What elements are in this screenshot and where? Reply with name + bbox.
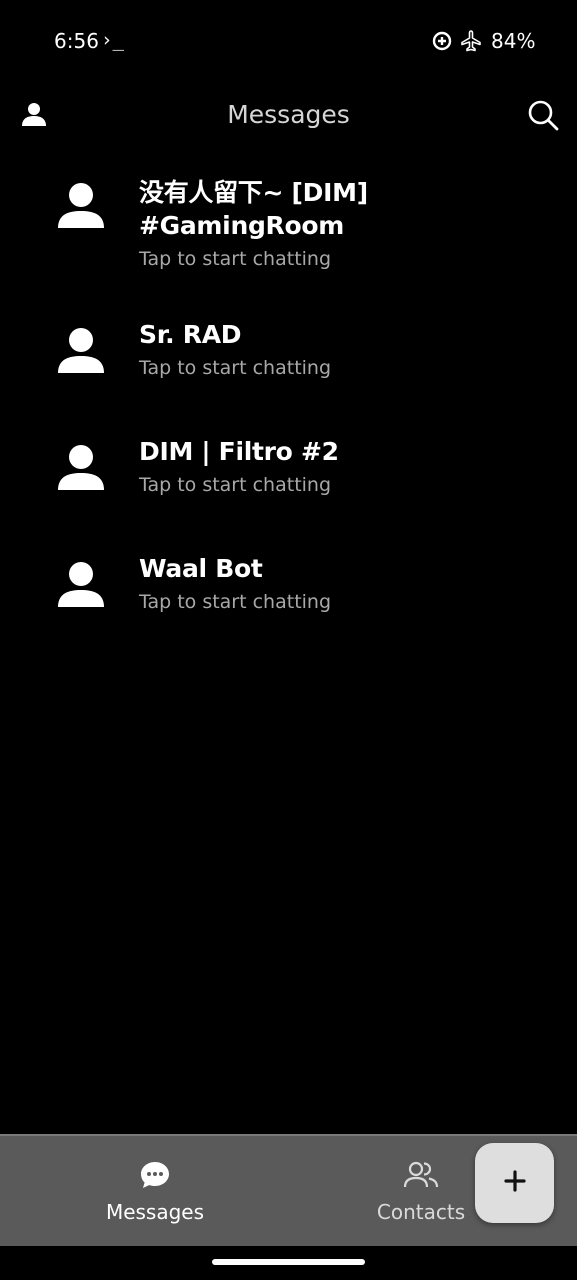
search-icon (527, 99, 559, 135)
status-time: 6:56 (54, 29, 99, 53)
conversation-text: Sr. RAD Tap to start chatting (139, 318, 539, 382)
conversation-text: 没有人留下~ [DIM] #GamingRoom Tap to start ch… (139, 176, 539, 273)
airplane-icon (461, 30, 481, 56)
person-icon (55, 442, 107, 498)
nav-label: Messages (105, 1200, 205, 1224)
search-button[interactable] (524, 98, 562, 136)
conversation-subtitle: Tap to start chatting (139, 591, 332, 613)
home-gesture-handle[interactable] (212, 1259, 365, 1265)
nav-item-messages[interactable]: Messages (75, 1160, 235, 1230)
avatar (53, 325, 109, 381)
chat-bubble-icon (139, 1160, 171, 1194)
conversation-name: Sr. RAD (139, 320, 242, 349)
gesture-bar (0, 1246, 577, 1280)
contacts-icon (403, 1160, 439, 1194)
person-icon (55, 325, 107, 381)
avatar (53, 442, 109, 498)
conversation-name: 没有人留下~ [DIM] #GamingRoom (139, 178, 368, 240)
conversation-subtitle: Tap to start chatting (139, 474, 332, 496)
conversation-text: Waal Bot Tap to start chatting (139, 552, 539, 616)
person-icon (55, 559, 107, 615)
battery-percent: 84% (491, 29, 536, 53)
conversation-text: DIM | Filtro #2 Tap to start chatting (139, 435, 539, 499)
conversation-list: 没有人留下~ [DIM] #GamingRoom Tap to start ch… (0, 160, 577, 641)
plus-icon (503, 1170, 526, 1196)
top-app-bar: Messages (0, 82, 577, 152)
conversation-item[interactable]: Sr. RAD Tap to start chatting (0, 290, 577, 407)
messages-screen: 6:56 ›_ 84% Messages 没有人留下~ [DIM] #Gamin… (0, 0, 577, 1280)
new-chat-fab[interactable] (475, 1143, 554, 1223)
conversation-item[interactable]: 没有人留下~ [DIM] #GamingRoom Tap to start ch… (0, 160, 577, 290)
terminal-icon: ›_ (101, 29, 124, 51)
conversation-item[interactable]: DIM | Filtro #2 Tap to start chatting (0, 407, 577, 524)
conversation-name: Waal Bot (139, 554, 263, 583)
conversation-subtitle: Tap to start chatting (139, 357, 332, 379)
status-bar: 6:56 ›_ 84% (0, 0, 577, 82)
conversation-subtitle: Tap to start chatting (139, 248, 332, 270)
person-icon (55, 180, 107, 236)
page-title: Messages (227, 100, 350, 129)
data-saver-icon (432, 31, 452, 55)
conversation-item[interactable]: Waal Bot Tap to start chatting (0, 524, 577, 641)
avatar (53, 559, 109, 615)
avatar (53, 180, 109, 236)
nav-label: Contacts (376, 1200, 466, 1224)
conversation-name: DIM | Filtro #2 (139, 437, 339, 466)
